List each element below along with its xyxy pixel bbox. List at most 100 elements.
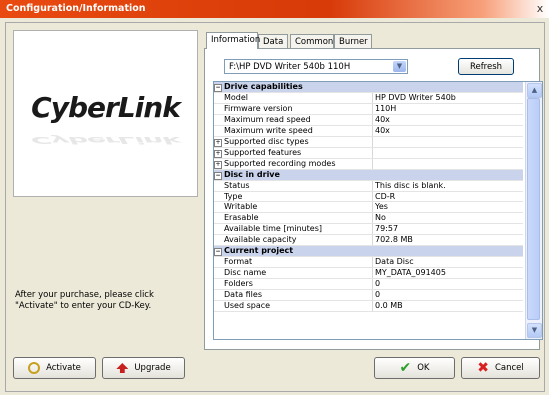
row-indent [214,92,222,104]
upgrade-arrow-icon [116,363,129,373]
property-name: Status [222,180,373,192]
expand-icon[interactable]: + [214,147,222,159]
property-name: Supported features [222,147,373,159]
row-indent [214,201,222,214]
category-row[interactable]: − Current project [214,245,523,258]
upgrade-label: Upgrade [134,363,171,373]
property-row[interactable]: Data files 0 [214,289,523,301]
activate-label: Activate [46,363,81,373]
row-indent [214,125,222,137]
chevron-down-icon[interactable]: ▼ [393,61,406,72]
property-row[interactable]: Firmware version 110H [214,103,523,115]
property-row[interactable]: Folders 0 [214,278,523,290]
property-name: Folders [222,278,373,290]
property-name: Available time [minutes] [222,223,373,236]
tab-information[interactable]: Information [206,32,260,49]
title-bar[interactable]: Configuration/Information x [0,0,549,18]
property-row[interactable]: Type CD-R [214,191,523,203]
collapse-icon[interactable]: − [214,82,222,93]
property-row[interactable]: Disc name MY_DATA_091405 [214,267,523,279]
cancel-label: Cancel [494,363,524,373]
property-name: Firmware version [222,103,373,115]
property-value: 40x [372,125,523,137]
property-row[interactable]: Available time [minutes] 79:57 [214,223,523,236]
key-icon [28,362,41,374]
collapse-icon[interactable]: − [214,245,222,258]
purchase-message: After your purchase, please click "Activ… [15,290,154,311]
property-value: 79:57 [372,223,523,236]
property-name: Supported recording modes [222,158,373,170]
collapse-icon[interactable]: − [214,169,222,181]
row-indent [214,180,222,192]
property-row[interactable]: Model HP DVD Writer 540b [214,92,523,104]
scroll-up-icon[interactable]: ▲ [527,83,542,98]
property-value: MY_DATA_091405 [372,267,523,279]
property-value: No [372,212,523,225]
ok-label: OK [417,363,430,373]
property-value [372,136,523,148]
property-row[interactable]: Maximum read speed 40x [214,114,523,126]
window-title: Configuration/Information [6,3,146,14]
property-name: Maximum read speed [222,114,373,126]
property-name: Data files [222,289,373,301]
property-row[interactable]: Writable Yes [214,201,523,214]
row-indent [214,289,222,301]
property-row[interactable]: Available capacity 702.8 MB [214,234,523,247]
drive-select[interactable]: F:\HP DVD Writer 540b 110H ▼ [224,59,408,74]
tab-data[interactable]: Data [258,34,288,48]
cancel-button[interactable]: ✖ Cancel [461,357,540,379]
property-value [372,158,523,170]
vertical-scrollbar[interactable]: ▲ ▼ [525,82,542,339]
property-grid[interactable]: − Drive capabilities Model HP DVD Writer 54… [213,81,543,340]
property-value: CD-R [372,191,523,203]
property-row[interactable]: Used space 0.0 MB [214,300,523,312]
row-indent [214,103,222,115]
category-label: Drive capabilities [222,82,523,93]
property-value: 702.8 MB [372,234,523,247]
property-value [372,147,523,159]
property-row[interactable]: Status This disc is blank. [214,180,523,192]
row-indent [214,300,222,312]
property-group-row[interactable]: + Supported features [214,147,523,159]
expand-icon[interactable]: + [214,136,222,148]
category-row[interactable]: − Drive capabilities [214,82,523,93]
category-label: Current project [222,245,523,258]
property-name: Maximum write speed [222,125,373,137]
scroll-down-icon[interactable]: ▼ [527,323,542,338]
property-value: 0 [372,289,523,301]
property-name: Available capacity [222,234,373,247]
row-indent [214,191,222,203]
property-row[interactable]: Maximum write speed 40x [214,125,523,137]
tab-burner[interactable]: Burner [334,34,372,48]
property-name: Type [222,191,373,203]
ok-button[interactable]: ✔ OK [374,357,455,379]
upgrade-button[interactable]: Upgrade [102,357,185,379]
row-indent [214,212,222,225]
row-indent [214,278,222,290]
activate-button[interactable]: Activate [13,357,96,379]
property-group-row[interactable]: + Supported recording modes [214,158,523,170]
property-value: 110H [372,103,523,115]
tab-common[interactable]: Common [290,34,334,48]
property-value: Yes [372,201,523,214]
refresh-button[interactable]: Refresh [458,58,514,75]
property-group-row[interactable]: + Supported disc types [214,136,523,148]
scroll-thumb[interactable] [527,98,540,320]
property-table: − Drive capabilities Model HP DVD Writer 54… [214,82,523,312]
cyberlink-logo: CyberLink [31,91,181,124]
close-icon[interactable]: x [533,2,547,16]
row-indent [214,223,222,236]
property-value: Data Disc [372,256,523,268]
category-row[interactable]: − Disc in drive [214,169,523,181]
property-row[interactable]: Format Data Disc [214,256,523,268]
property-name: Format [222,256,373,268]
property-value: 0.0 MB [372,300,523,312]
expand-icon[interactable]: + [214,158,222,170]
property-name: Erasable [222,212,373,225]
row-indent [214,234,222,247]
logo-reflection: CyberLink [31,134,180,147]
logo-panel: CyberLink CyberLink [13,30,198,197]
row-indent [214,267,222,279]
property-row[interactable]: Erasable No [214,212,523,225]
checkmark-icon: ✔ [399,360,412,376]
